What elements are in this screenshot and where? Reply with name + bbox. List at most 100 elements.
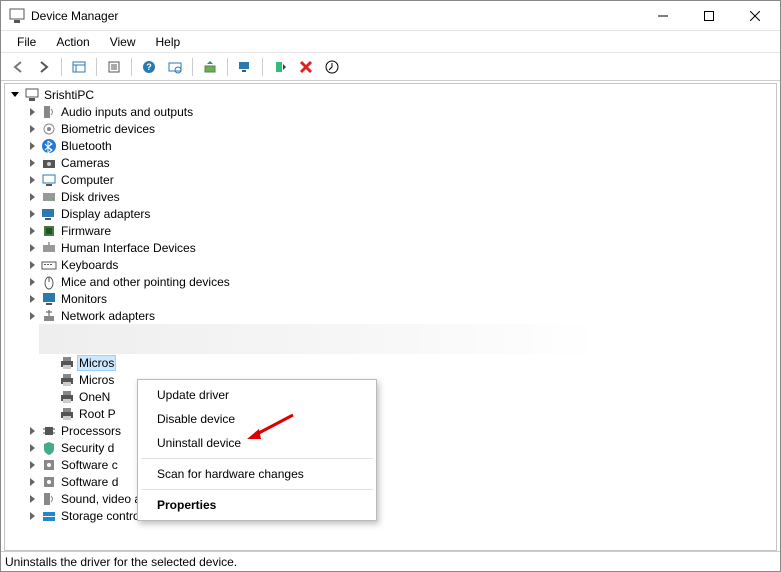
audio-inputs-and-outputs-icon [41, 104, 57, 120]
tree-root[interactable]: SrishtiPC [7, 86, 774, 103]
properties-button[interactable] [103, 56, 125, 78]
tree-item[interactable]: OneN [7, 388, 774, 405]
device-tree: SrishtiPC Audio inputs and outputs Biomet… [5, 84, 776, 526]
device-tree-area[interactable]: SrishtiPC Audio inputs and outputs Biomet… [4, 83, 777, 551]
disable-device-button[interactable] [321, 56, 343, 78]
node-label: OneN [77, 390, 112, 404]
tree-category[interactable]: Biometric devices [7, 120, 774, 137]
expand-icon[interactable] [25, 475, 39, 489]
update-driver-button[interactable] [199, 56, 221, 78]
forward-button[interactable] [33, 56, 55, 78]
tree-category[interactable]: Bluetooth [7, 137, 774, 154]
remote-computer-button[interactable] [234, 56, 256, 78]
processors-icon [41, 423, 57, 439]
expand-icon[interactable] [25, 509, 39, 523]
expand-icon[interactable] [25, 190, 39, 204]
context-menu: Update driver Disable device Uninstall d… [137, 379, 377, 521]
back-button[interactable] [7, 56, 29, 78]
biometric-devices-icon [41, 121, 57, 137]
separator [61, 58, 62, 76]
node-label: Biometric devices [59, 122, 157, 136]
tree-category[interactable]: Computer [7, 171, 774, 188]
separator [96, 58, 97, 76]
tree-category[interactable]: Disk drives [7, 188, 774, 205]
tree-item[interactable]: Micros [7, 354, 774, 371]
expand-icon[interactable] [25, 424, 39, 438]
menu-file[interactable]: File [7, 33, 46, 51]
expand-icon[interactable] [8, 88, 22, 102]
node-label: Micros [77, 373, 116, 387]
minimize-button[interactable] [640, 2, 686, 30]
node-label: Processors [59, 424, 123, 438]
expand-icon[interactable] [25, 292, 39, 306]
expand-icon[interactable] [25, 122, 39, 136]
tree-category[interactable]: Cameras [7, 154, 774, 171]
expand-icon[interactable] [25, 207, 39, 221]
node-label: Disk drives [59, 190, 122, 204]
tree-item[interactable]: Micros [7, 371, 774, 388]
expand-icon[interactable] [25, 275, 39, 289]
expand-icon[interactable] [25, 105, 39, 119]
node-label: Keyboards [59, 258, 120, 272]
node-label: Display adapters [59, 207, 152, 221]
tree-category[interactable]: Storage controllers [7, 507, 774, 524]
separator [141, 458, 373, 459]
expand-icon[interactable] [25, 241, 39, 255]
expand-icon[interactable] [25, 458, 39, 472]
node-label: Root P [77, 407, 118, 421]
expand-icon[interactable] [25, 258, 39, 272]
separator [131, 58, 132, 76]
menu-item-properties[interactable]: Properties [139, 493, 375, 517]
network-adapters-icon [41, 308, 57, 324]
tree-category[interactable]: Firmware [7, 222, 774, 239]
menu-action[interactable]: Action [46, 33, 99, 51]
node-label: Firmware [59, 224, 113, 238]
help-button[interactable]: ? [138, 56, 160, 78]
show-hide-console-button[interactable] [68, 56, 90, 78]
separator [227, 58, 228, 76]
tree-category[interactable]: Mice and other pointing devices [7, 273, 774, 290]
node-label: Network adapters [59, 309, 157, 323]
menu-view[interactable]: View [100, 33, 146, 51]
software-c-icon [41, 457, 57, 473]
node-label: Human Interface Devices [59, 241, 198, 255]
tree-category[interactable]: Network adapters [7, 307, 774, 324]
maximize-button[interactable] [686, 2, 732, 30]
expand-icon[interactable] [25, 156, 39, 170]
tree-category[interactable]: Display adapters [7, 205, 774, 222]
expand-icon[interactable] [25, 309, 39, 323]
firmware-icon [41, 223, 57, 239]
node-label: Bluetooth [59, 139, 114, 153]
expand-icon[interactable] [25, 139, 39, 153]
cameras-icon [41, 155, 57, 171]
node-label: Cameras [59, 156, 112, 170]
window-title: Device Manager [31, 9, 640, 23]
titlebar: Device Manager [1, 1, 780, 31]
enable-device-button[interactable] [269, 56, 291, 78]
tree-category[interactable]: Software c [7, 456, 774, 473]
expand-icon[interactable] [25, 441, 39, 455]
tree-category[interactable]: Audio inputs and outputs [7, 103, 774, 120]
expand-icon[interactable] [25, 492, 39, 506]
tree-category[interactable]: Human Interface Devices [7, 239, 774, 256]
menu-item-scan-hardware[interactable]: Scan for hardware changes [139, 462, 375, 486]
menu-item-update-driver[interactable]: Update driver [139, 383, 375, 407]
uninstall-device-button[interactable] [295, 56, 317, 78]
printer-icon [59, 389, 75, 405]
annotation-arrow [245, 413, 295, 443]
expand-icon[interactable] [25, 173, 39, 187]
close-button[interactable] [732, 2, 778, 30]
tree-item[interactable]: Root P [7, 405, 774, 422]
toolbar: ? [1, 53, 780, 81]
tree-category[interactable]: Monitors [7, 290, 774, 307]
blurred-region [39, 324, 599, 354]
expand-icon[interactable] [25, 224, 39, 238]
scan-hardware-button[interactable] [164, 56, 186, 78]
tree-category[interactable]: Software d [7, 473, 774, 490]
tree-category[interactable]: Sound, video and game controllers [7, 490, 774, 507]
storage-controllers-icon [41, 508, 57, 524]
tree-category[interactable]: Processors [7, 422, 774, 439]
tree-category[interactable]: Keyboards [7, 256, 774, 273]
menu-help[interactable]: Help [146, 33, 191, 51]
tree-category[interactable]: Security d [7, 439, 774, 456]
